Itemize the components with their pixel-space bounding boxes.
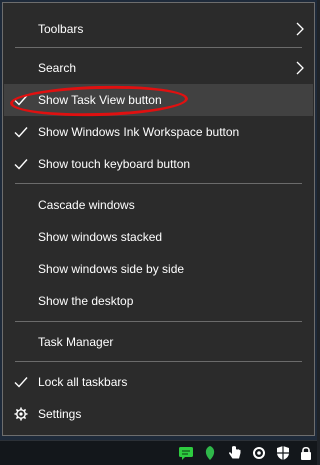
- menu-separator: [15, 361, 302, 362]
- leaf-icon[interactable]: [202, 445, 218, 461]
- menu-item-label: Task Manager: [38, 335, 114, 349]
- menu-separator: [15, 321, 302, 322]
- menu-separator: [15, 183, 302, 184]
- menu-item-cascade-windows[interactable]: Cascade windows: [4, 189, 313, 221]
- checkmark-icon: [14, 127, 28, 138]
- taskbar: [0, 440, 317, 465]
- hand-pointer-icon[interactable]: [227, 445, 243, 461]
- menu-item-task-manager[interactable]: Task Manager: [4, 326, 313, 358]
- menu-item-label: Settings: [38, 407, 82, 421]
- menu-item-show-task-view-button[interactable]: Show Task View button: [4, 84, 313, 116]
- menu-item-show-windows-side-by-side[interactable]: Show windows side by side: [4, 253, 313, 285]
- taskbar-context-menu: Toolbars Search Show Task View button Sh…: [2, 2, 315, 436]
- chevron-right-icon: [296, 22, 304, 36]
- menu-item-show-the-desktop[interactable]: Show the desktop: [4, 285, 313, 317]
- menu-item-show-touch-keyboard-button[interactable]: Show touch keyboard button: [4, 148, 313, 180]
- checkmark-icon: [14, 159, 28, 170]
- menu-item-label: Show Task View button: [38, 93, 162, 107]
- menu-item-label: Lock all taskbars: [38, 375, 128, 389]
- shield-icon[interactable]: [275, 445, 291, 461]
- gear-icon: [14, 407, 28, 421]
- menu-item-label: Toolbars: [38, 22, 84, 36]
- menu-item-settings[interactable]: Settings: [4, 398, 313, 430]
- menu-item-label: Show the desktop: [38, 294, 134, 308]
- gear-icon[interactable]: [251, 445, 267, 461]
- menu-item-label: Cascade windows: [38, 198, 135, 212]
- menu-item-label: Show windows stacked: [38, 230, 163, 244]
- menu-item-search[interactable]: Search: [4, 52, 313, 84]
- menu-item-toolbars[interactable]: Toolbars: [4, 13, 313, 45]
- checkmark-icon: [14, 377, 28, 388]
- menu-item-label: Search: [38, 61, 77, 75]
- menu-item-label: Show touch keyboard button: [38, 157, 191, 171]
- menu-item-show-windows-stacked[interactable]: Show windows stacked: [4, 221, 313, 253]
- menu-item-label: Show Windows Ink Workspace button: [38, 125, 240, 139]
- lock-icon[interactable]: [298, 445, 314, 461]
- menu-item-label: Show windows side by side: [38, 262, 185, 276]
- menu-separator: [15, 47, 302, 48]
- checkmark-icon: [14, 95, 28, 106]
- menu-item-lock-all-taskbars[interactable]: Lock all taskbars: [4, 366, 313, 398]
- chat-icon[interactable]: [178, 445, 194, 461]
- menu-item-show-windows-ink-workspace-button[interactable]: Show Windows Ink Workspace button: [4, 116, 313, 148]
- chevron-right-icon: [296, 61, 304, 75]
